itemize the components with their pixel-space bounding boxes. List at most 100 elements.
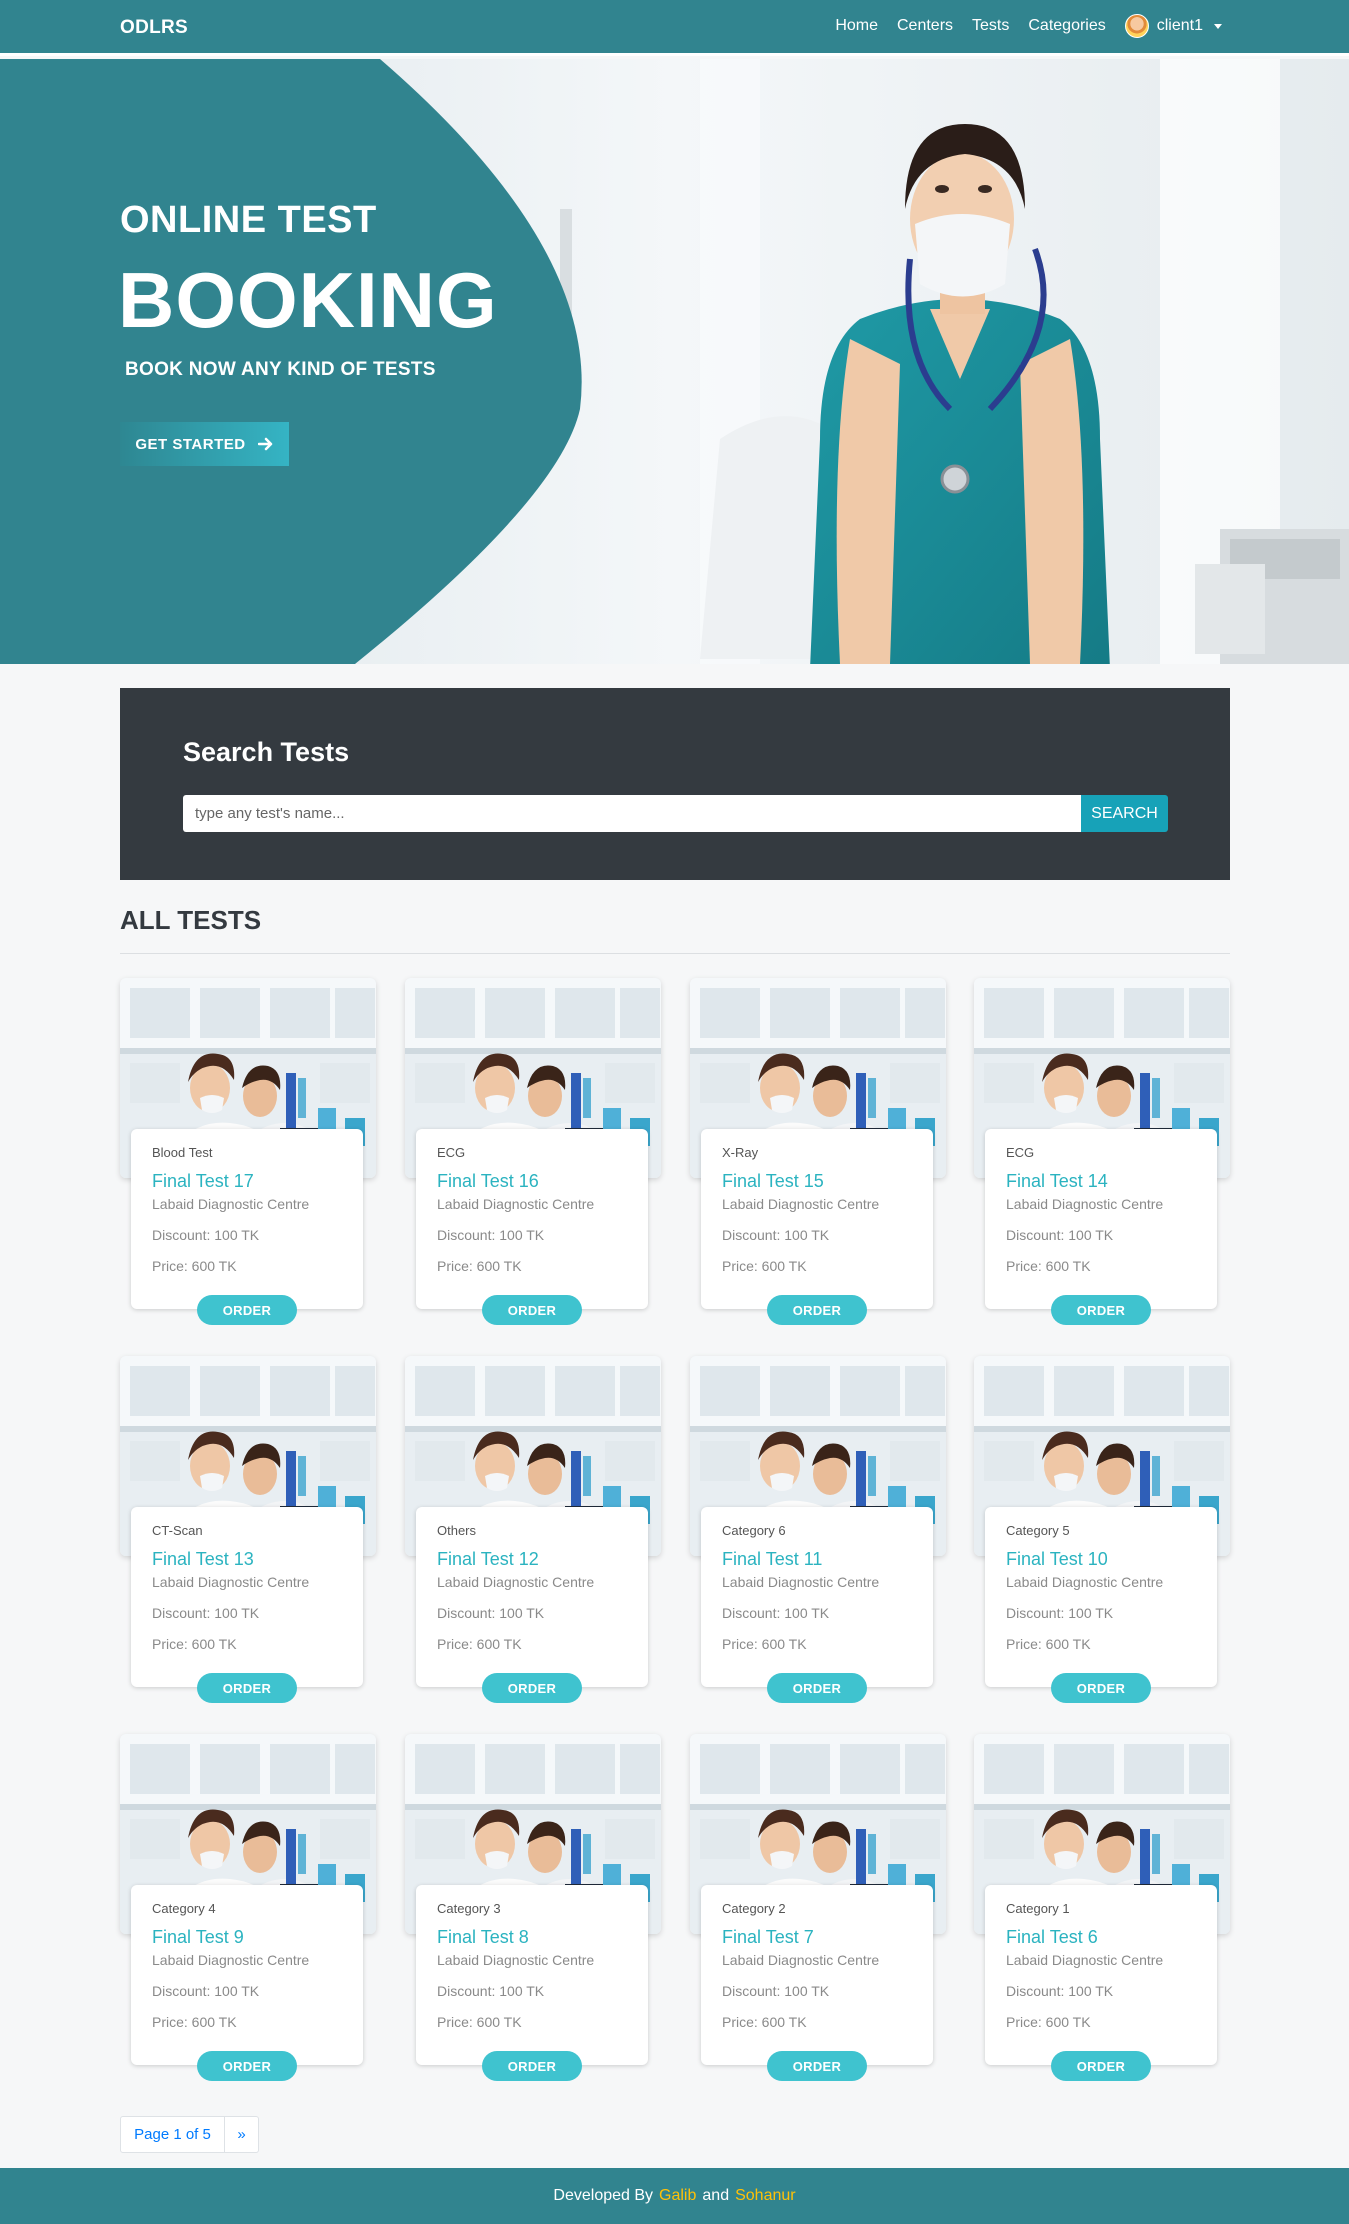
card-price: Price: 600 TK — [437, 2014, 522, 2030]
card-test-name[interactable]: Final Test 10 — [1006, 1549, 1108, 1570]
order-button[interactable]: ORDER — [1051, 2051, 1151, 2081]
card-centre-name: Labaid Diagnostic Centre — [437, 1574, 595, 1590]
card-body: ECG Final Test 16 Labaid Diagnostic Cent… — [416, 1129, 648, 1309]
order-button[interactable]: ORDER — [767, 1295, 867, 1325]
card-price: Price: 600 TK — [722, 2014, 807, 2030]
next-page-button[interactable]: » — [225, 2116, 259, 2153]
search-button[interactable]: SEARCH — [1081, 795, 1168, 832]
card-test-name[interactable]: Final Test 6 — [1006, 1927, 1098, 1948]
card-body: Category 4 Final Test 9 Labaid Diagnosti… — [131, 1885, 363, 2065]
order-button[interactable]: ORDER — [767, 1673, 867, 1703]
card-price: Price: 600 TK — [722, 1258, 807, 1274]
nav-tests[interactable]: Tests — [972, 17, 1009, 35]
card-category: Category 1 — [1006, 1901, 1070, 1916]
card-discount: Discount: 100 TK — [437, 1227, 545, 1243]
footer: Developed By Galib and Sohanur — [0, 2168, 1349, 2224]
card-body: Category 2 Final Test 7 Labaid Diagnosti… — [701, 1885, 933, 2065]
card-price: Price: 600 TK — [1006, 2014, 1091, 2030]
card-test-name[interactable]: Final Test 9 — [152, 1927, 244, 1948]
card-test-name[interactable]: Final Test 15 — [722, 1171, 824, 1192]
nav-links: Home Centers Tests Categories client1 — [835, 14, 1222, 38]
card-test-name[interactable]: Final Test 14 — [1006, 1171, 1108, 1192]
card-discount: Discount: 100 TK — [152, 1983, 260, 1999]
search-panel: Search Tests SEARCH — [120, 688, 1230, 880]
card-body: CT-Scan Final Test 13 Labaid Diagnostic … — [131, 1507, 363, 1687]
order-button[interactable]: ORDER — [482, 2051, 582, 2081]
card-category: X-Ray — [722, 1145, 759, 1160]
test-card: Blood Test Final Test 17 Labaid Diagnost… — [120, 978, 376, 1325]
card-category: Category 2 — [722, 1901, 786, 1916]
card-test-name[interactable]: Final Test 12 — [437, 1549, 539, 1570]
card-body: Others Final Test 12 Labaid Diagnostic C… — [416, 1507, 648, 1687]
search-title: Search Tests — [183, 737, 350, 767]
section-title: ALL TESTS — [120, 905, 262, 935]
card-discount: Discount: 100 TK — [722, 1605, 830, 1621]
card-test-name[interactable]: Final Test 8 — [437, 1927, 529, 1948]
card-centre-name: Labaid Diagnostic Centre — [437, 1196, 595, 1212]
order-button[interactable]: ORDER — [197, 1295, 297, 1325]
footer-conjunction: and — [702, 2187, 730, 2204]
test-card: Category 1 Final Test 6 Labaid Diagnosti… — [974, 1734, 1230, 2081]
avatar — [1124, 14, 1149, 38]
card-centre-name: Labaid Diagnostic Centre — [722, 1574, 880, 1590]
card-centre-name: Labaid Diagnostic Centre — [722, 1196, 880, 1212]
brand-logo[interactable]: ODLRS — [120, 17, 188, 39]
card-price: Price: 600 TK — [722, 1636, 807, 1652]
order-button[interactable]: ORDER — [1051, 1673, 1151, 1703]
card-test-name[interactable]: Final Test 16 — [437, 1171, 539, 1192]
card-centre-name: Labaid Diagnostic Centre — [152, 1196, 310, 1212]
card-price: Price: 600 TK — [152, 1636, 237, 1652]
order-button[interactable]: ORDER — [1051, 1295, 1151, 1325]
developer-name-1[interactable]: Galib — [659, 2187, 696, 2205]
card-centre-name: Labaid Diagnostic Centre — [722, 1952, 880, 1968]
card-category: ECG — [437, 1145, 466, 1160]
hero-title-big: BOOKING — [118, 256, 498, 344]
order-button[interactable]: ORDER — [767, 2051, 867, 2081]
nav-categories[interactable]: Categories — [1028, 17, 1105, 35]
card-price: Price: 600 TK — [437, 1636, 522, 1652]
test-card: X-Ray Final Test 15 Labaid Diagnostic Ce… — [690, 978, 946, 1325]
card-discount: Discount: 100 TK — [722, 1983, 830, 1999]
test-card: Category 5 Final Test 10 Labaid Diagnost… — [974, 1356, 1230, 1703]
card-test-name[interactable]: Final Test 7 — [722, 1927, 814, 1948]
card-centre-name: Labaid Diagnostic Centre — [1006, 1574, 1164, 1590]
developer-name-2[interactable]: Sohanur — [735, 2187, 796, 2205]
card-body: ECG Final Test 14 Labaid Diagnostic Cent… — [985, 1129, 1217, 1309]
order-button[interactable]: ORDER — [197, 2051, 297, 2081]
order-button[interactable]: ORDER — [482, 1673, 582, 1703]
card-body: Category 6 Final Test 11 Labaid Diagnost… — [701, 1507, 933, 1687]
card-body: Category 5 Final Test 10 Labaid Diagnost… — [985, 1507, 1217, 1687]
card-centre-name: Labaid Diagnostic Centre — [437, 1952, 595, 1968]
hero-title-small: ONLINE TEST — [120, 199, 377, 241]
user-menu-dropdown[interactable]: client1 — [1124, 14, 1222, 38]
card-discount: Discount: 100 TK — [722, 1227, 830, 1243]
get-started-button[interactable]: GET STARTED — [120, 422, 289, 466]
card-centre-name: Labaid Diagnostic Centre — [152, 1952, 310, 1968]
search-input[interactable] — [183, 795, 1081, 832]
order-button[interactable]: ORDER — [482, 1295, 582, 1325]
hero-banner: ONLINE TEST BOOKING BOOK NOW ANY KIND OF… — [0, 59, 1349, 664]
card-test-name[interactable]: Final Test 13 — [152, 1549, 254, 1570]
top-navbar: ODLRS Home Centers Tests Categories clie… — [0, 0, 1349, 56]
card-price: Price: 600 TK — [1006, 1258, 1091, 1274]
caret-down-icon — [1214, 23, 1222, 29]
test-card: ECG Final Test 16 Labaid Diagnostic Cent… — [405, 978, 661, 1325]
card-category: Others — [437, 1523, 477, 1538]
card-test-name[interactable]: Final Test 17 — [152, 1171, 254, 1192]
card-category: CT-Scan — [152, 1523, 203, 1538]
card-price: Price: 600 TK — [437, 1258, 522, 1274]
card-centre-name: Labaid Diagnostic Centre — [1006, 1196, 1164, 1212]
nav-home[interactable]: Home — [835, 17, 878, 35]
nav-centers[interactable]: Centers — [897, 17, 953, 35]
test-card: Category 2 Final Test 7 Labaid Diagnosti… — [690, 1734, 946, 2081]
card-category: Category 4 — [152, 1901, 216, 1916]
card-discount: Discount: 100 TK — [1006, 1983, 1114, 1999]
order-button[interactable]: ORDER — [197, 1673, 297, 1703]
card-category: Category 3 — [437, 1901, 501, 1916]
hero-subtitle: BOOK NOW ANY KIND OF TESTS — [125, 359, 436, 380]
card-discount: Discount: 100 TK — [1006, 1605, 1114, 1621]
card-category: Category 5 — [1006, 1523, 1070, 1538]
arrow-right-icon — [257, 437, 272, 451]
page-indicator[interactable]: Page 1 of 5 — [120, 2116, 225, 2153]
card-test-name[interactable]: Final Test 11 — [722, 1549, 822, 1570]
